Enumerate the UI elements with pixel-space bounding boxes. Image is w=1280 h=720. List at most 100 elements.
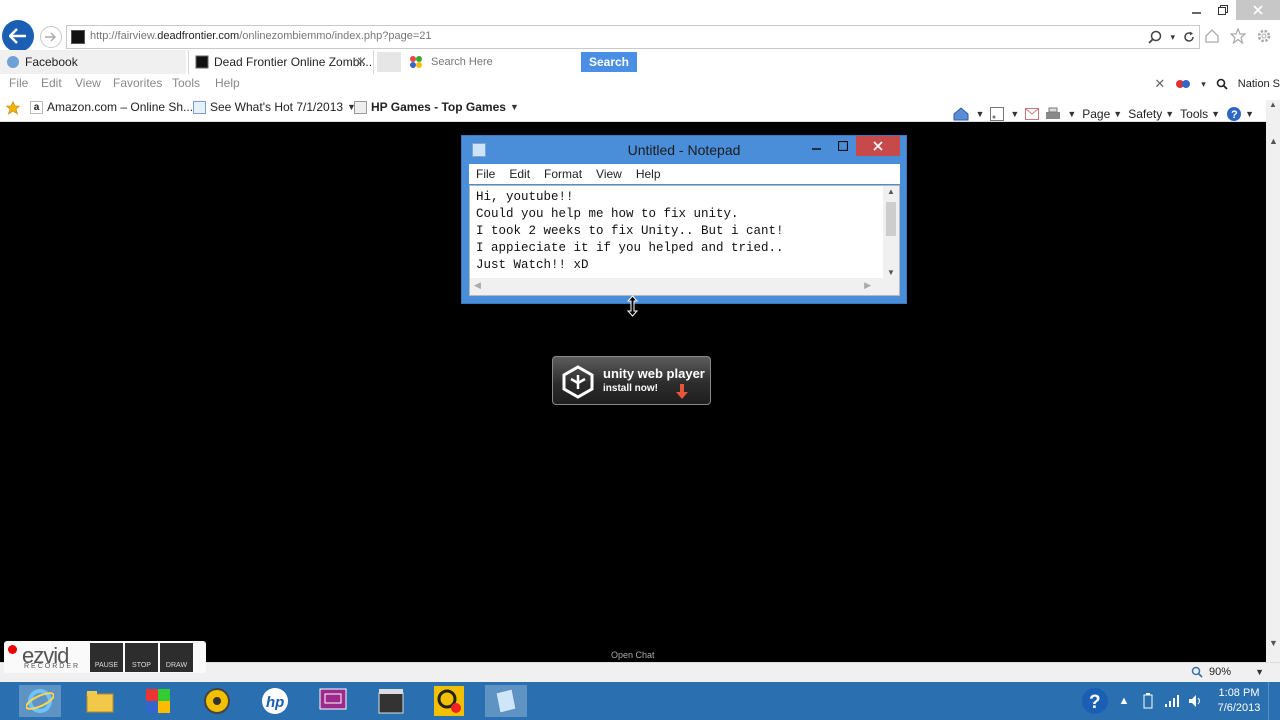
- notepad-menu-view[interactable]: View: [589, 164, 629, 184]
- print-dropdown-icon[interactable]: ▼: [1067, 109, 1076, 119]
- taskbar-app-3[interactable]: [370, 685, 412, 717]
- favorite-hp-games[interactable]: HP Games - Top Games ▼: [354, 100, 519, 114]
- scroll-down-icon[interactable]: ▼: [1269, 638, 1278, 648]
- restore-button[interactable]: [1210, 0, 1236, 20]
- notepad-minimize-button[interactable]: [804, 136, 830, 156]
- stop-button[interactable]: STOP: [125, 643, 158, 672]
- print-icon[interactable]: [1045, 107, 1061, 121]
- open-chat-link[interactable]: Open Chat: [611, 650, 655, 660]
- nation-label[interactable]: Nation S: [1238, 78, 1280, 90]
- tools-menu[interactable]: Tools ▼: [1180, 107, 1220, 121]
- mail-icon[interactable]: [1025, 108, 1040, 120]
- notepad-menu-file[interactable]: File: [469, 164, 502, 184]
- scroll-up-icon[interactable]: ▲: [1269, 136, 1278, 146]
- scroll-up-icon[interactable]: ▲: [887, 187, 895, 196]
- new-tab-button[interactable]: [377, 52, 401, 72]
- feeds-dropdown-icon[interactable]: ▼: [1010, 109, 1019, 119]
- menu-edit[interactable]: Edit: [41, 76, 62, 90]
- toolbar-addon-icon[interactable]: [1175, 77, 1191, 91]
- search-icon[interactable]: [1148, 30, 1162, 44]
- taskbar-app-1[interactable]: [137, 685, 179, 717]
- taskbar-media-player[interactable]: [196, 685, 238, 717]
- page-menu[interactable]: Page ▼: [1082, 107, 1122, 121]
- toolbar-search-input[interactable]: [405, 52, 581, 72]
- tab-dead-frontier[interactable]: Dead Frontier Online Zombi... ✕: [188, 50, 374, 74]
- menu-bar: File Edit View Favorites Tools Help ✕ ▾ …: [0, 74, 1280, 94]
- menu-file[interactable]: File: [9, 76, 28, 90]
- gear-icon[interactable]: [1256, 28, 1272, 44]
- pause-button[interactable]: PAUSE: [90, 643, 123, 672]
- favorites-star-icon[interactable]: [6, 101, 20, 115]
- home-dropdown-icon[interactable]: ▼: [975, 109, 984, 119]
- notepad-close-button[interactable]: [856, 136, 900, 156]
- taskbar-hp[interactable]: hp: [254, 685, 296, 717]
- close-icon: [1253, 5, 1263, 15]
- unity-subtitle: install now!: [603, 383, 658, 394]
- close-window-button[interactable]: [1236, 0, 1280, 20]
- addon-dropdown-icon[interactable]: ▾: [1201, 79, 1206, 90]
- refresh-icon[interactable]: [1183, 31, 1195, 43]
- scroll-down-icon[interactable]: ▼: [887, 268, 895, 277]
- resize-grip-icon[interactable]: [883, 278, 899, 295]
- tools-menu-label: Tools: [1180, 107, 1209, 121]
- tab-facebook[interactable]: Facebook: [0, 50, 186, 74]
- network-icon[interactable]: [1162, 691, 1182, 711]
- close-toolbar-icon[interactable]: ✕: [1154, 76, 1165, 92]
- notepad-text[interactable]: Hi, youtube!! Could you help me how to f…: [476, 189, 784, 274]
- web-slice-icon: [193, 100, 206, 114]
- home-icon[interactable]: [953, 107, 969, 121]
- minimize-button[interactable]: [1184, 0, 1210, 20]
- menu-view[interactable]: View: [75, 76, 101, 90]
- feeds-icon[interactable]: [990, 107, 1005, 121]
- close-tab-icon[interactable]: ✕: [356, 54, 367, 70]
- notepad-horizontal-scrollbar[interactable]: ◀ ▶: [470, 278, 885, 295]
- help-menu[interactable]: ? ▼: [1226, 106, 1254, 122]
- address-bar[interactable]: http://fairview.deadfrontier.com/onlinez…: [66, 25, 1200, 49]
- draw-button[interactable]: DRAW: [160, 643, 193, 672]
- notepad-editor[interactable]: Hi, youtube!! Could you help me how to f…: [469, 185, 900, 296]
- favorite-amazon[interactable]: a Amazon.com – Online Sh...: [30, 100, 193, 114]
- taskbar-internet-explorer[interactable]: [19, 685, 61, 717]
- notepad-scroll-thumb[interactable]: [886, 202, 896, 236]
- notepad-maximize-button[interactable]: [830, 136, 856, 156]
- show-desktop-button[interactable]: [1268, 682, 1280, 720]
- clock-date: 7/6/2013: [1217, 702, 1261, 714]
- toolbar-search-button[interactable]: Search: [581, 52, 637, 72]
- favorite-label: Amazon.com – Online Sh...: [47, 100, 194, 114]
- volume-icon[interactable]: [1186, 691, 1206, 711]
- notepad-menu-format[interactable]: Format: [537, 164, 589, 184]
- page-scrollbar[interactable]: ▲ ▼: [1266, 122, 1280, 662]
- favorite-label: See What's Hot 7/1/2013: [210, 100, 344, 114]
- unity-install-button[interactable]: unity web player install now!: [552, 356, 711, 405]
- taskbar-notepad[interactable]: [485, 685, 527, 717]
- search-provider-icon: [410, 56, 422, 68]
- back-button[interactable]: [2, 20, 34, 52]
- notepad-menu-edit[interactable]: Edit: [502, 164, 537, 184]
- safety-menu[interactable]: Safety ▼: [1128, 107, 1174, 121]
- scroll-right-icon[interactable]: ▶: [864, 280, 871, 291]
- folder-icon: [86, 691, 114, 713]
- help-tray-icon[interactable]: ?: [1080, 686, 1110, 716]
- zoom-dropdown-icon[interactable]: ▼: [1255, 667, 1264, 677]
- taskbar-file-explorer[interactable]: [79, 685, 121, 717]
- notepad-vertical-scrollbar[interactable]: ▲ ▼: [883, 186, 899, 278]
- zoom-control[interactable]: 90% ▼: [1191, 666, 1264, 678]
- home-icon[interactable]: [1204, 28, 1220, 44]
- pause-label: PAUSE: [94, 662, 119, 669]
- search-dropdown-icon[interactable]: ▾: [1170, 32, 1175, 43]
- forward-button[interactable]: [40, 26, 62, 48]
- menu-tools[interactable]: Tools: [172, 76, 200, 90]
- favorite-whats-hot[interactable]: See What's Hot 7/1/2013 ▼: [193, 100, 356, 114]
- clock[interactable]: 1:08 PM 7/6/2013: [1210, 686, 1268, 716]
- svg-text:?: ?: [1089, 692, 1101, 713]
- notepad-menu-help[interactable]: Help: [629, 164, 668, 184]
- menu-help[interactable]: Help: [215, 76, 240, 90]
- star-icon[interactable]: [1230, 28, 1246, 44]
- scroll-left-icon[interactable]: ◀: [474, 280, 481, 291]
- taskbar-app-2[interactable]: [312, 685, 354, 717]
- question-icon: ?: [1082, 688, 1108, 714]
- show-hidden-icons[interactable]: ▲: [1114, 691, 1134, 711]
- taskbar-app-4[interactable]: [428, 685, 470, 717]
- battery-icon[interactable]: [1138, 691, 1158, 711]
- menu-favorites[interactable]: Favorites: [113, 76, 162, 90]
